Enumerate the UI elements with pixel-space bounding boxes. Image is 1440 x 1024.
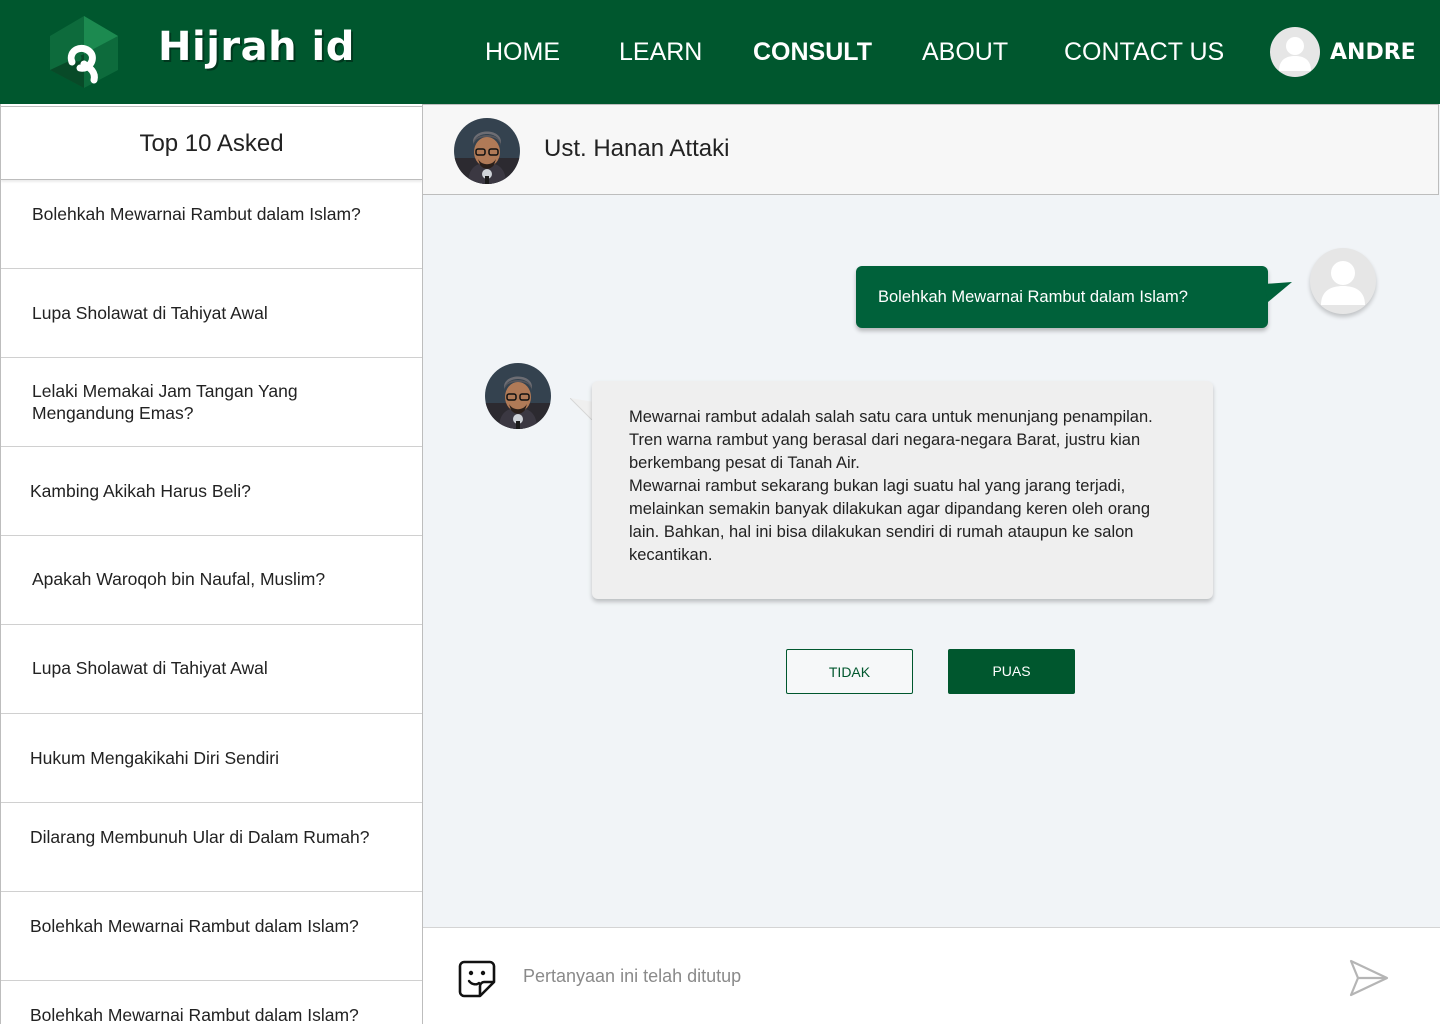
nav-about[interactable]: ABOUT: [922, 38, 1008, 67]
sidebar-title: Top 10 Asked: [1, 106, 422, 180]
top-navbar: Hijrah id HOME LEARN CONSULT ABOUT CONTA…: [0, 0, 1440, 104]
question-label: Lupa Sholawat di Tahiyat Awal: [32, 303, 268, 323]
reply-paragraph: Mewarnai rambut sekarang bukan lagi suat…: [629, 477, 1151, 564]
message-input[interactable]: [523, 966, 1323, 987]
question-label: Lelaki Memakai Jam Tangan Yang Mengandun…: [32, 381, 298, 423]
question-item[interactable]: Lupa Sholawat di Tahiyat Awal: [1, 625, 422, 714]
user-avatar-icon[interactable]: [1270, 27, 1320, 77]
consultant-avatar[interactable]: [454, 118, 520, 184]
question-label: Lupa Sholawat di Tahiyat Awal: [32, 658, 268, 678]
hijrah-logo-icon[interactable]: [44, 14, 124, 90]
message-input-bar: [423, 927, 1440, 1024]
question-label: Hukum Mengakikahi Diri Sendiri: [30, 748, 279, 768]
question-item[interactable]: Lelaki Memakai Jam Tangan Yang Mengandun…: [1, 358, 422, 447]
top-asked-sidebar: Top 10 Asked Bolehkah Mewarnai Rambut da…: [0, 104, 423, 1024]
bot-bubble-tail: [570, 398, 594, 420]
reply-paragraph: Mewarnai rambut adalah salah satu cara u…: [629, 408, 1153, 472]
user-bubble-tail: [1264, 282, 1292, 302]
consultant-chat-avatar: [485, 363, 551, 429]
question-label: Kambing Akikah Harus Beli?: [30, 481, 251, 501]
not-satisfied-button[interactable]: TIDAK: [786, 649, 913, 694]
satisfied-button[interactable]: PUAS: [948, 649, 1075, 694]
question-label: Bolehkah Mewarnai Rambut dalam Islam?: [32, 204, 361, 224]
consultant-reply-bubble: Mewarnai rambut adalah salah satu cara u…: [592, 381, 1213, 599]
question-item[interactable]: Bolehkah Mewarnai Rambut dalam Islam?: [1, 181, 422, 269]
question-label: Bolehkah Mewarnai Rambut dalam Islam?: [30, 1005, 359, 1024]
user-name[interactable]: ANDRE: [1330, 40, 1416, 65]
question-label: Dilarang Membunuh Ular di Dalam Rumah?: [30, 827, 370, 847]
question-item[interactable]: Dilarang Membunuh Ular di Dalam Rumah?: [1, 803, 422, 892]
user-message-bubble: Bolehkah Mewarnai Rambut dalam Islam?: [856, 266, 1268, 328]
question-item[interactable]: Hukum Mengakikahi Diri Sendiri: [1, 714, 422, 803]
sticker-icon[interactable]: [458, 960, 496, 998]
user-chat-avatar: [1310, 248, 1376, 314]
question-item[interactable]: Bolehkah Mewarnai Rambut dalam Islam?: [1, 892, 422, 981]
question-item[interactable]: Lupa Sholawat di Tahiyat Awal: [1, 269, 422, 358]
nav-learn[interactable]: LEARN: [619, 38, 702, 67]
nav-contact-us[interactable]: CONTACT US: [1064, 38, 1224, 67]
question-item[interactable]: Apakah Waroqoh bin Naufal, Muslim?: [1, 536, 422, 625]
question-item[interactable]: Kambing Akikah Harus Beli?: [1, 447, 422, 536]
brand-name[interactable]: Hijrah id: [158, 24, 355, 70]
send-icon[interactable]: [1348, 958, 1390, 998]
chat-header: Ust. Hanan Attaki: [423, 104, 1439, 195]
nav-home[interactable]: HOME: [485, 38, 560, 67]
question-label: Bolehkah Mewarnai Rambut dalam Islam?: [30, 916, 359, 936]
question-label: Apakah Waroqoh bin Naufal, Muslim?: [32, 569, 326, 589]
consultant-name: Ust. Hanan Attaki: [544, 135, 730, 162]
nav-consult[interactable]: CONSULT: [753, 38, 872, 67]
question-item[interactable]: Bolehkah Mewarnai Rambut dalam Islam?: [1, 981, 422, 1024]
